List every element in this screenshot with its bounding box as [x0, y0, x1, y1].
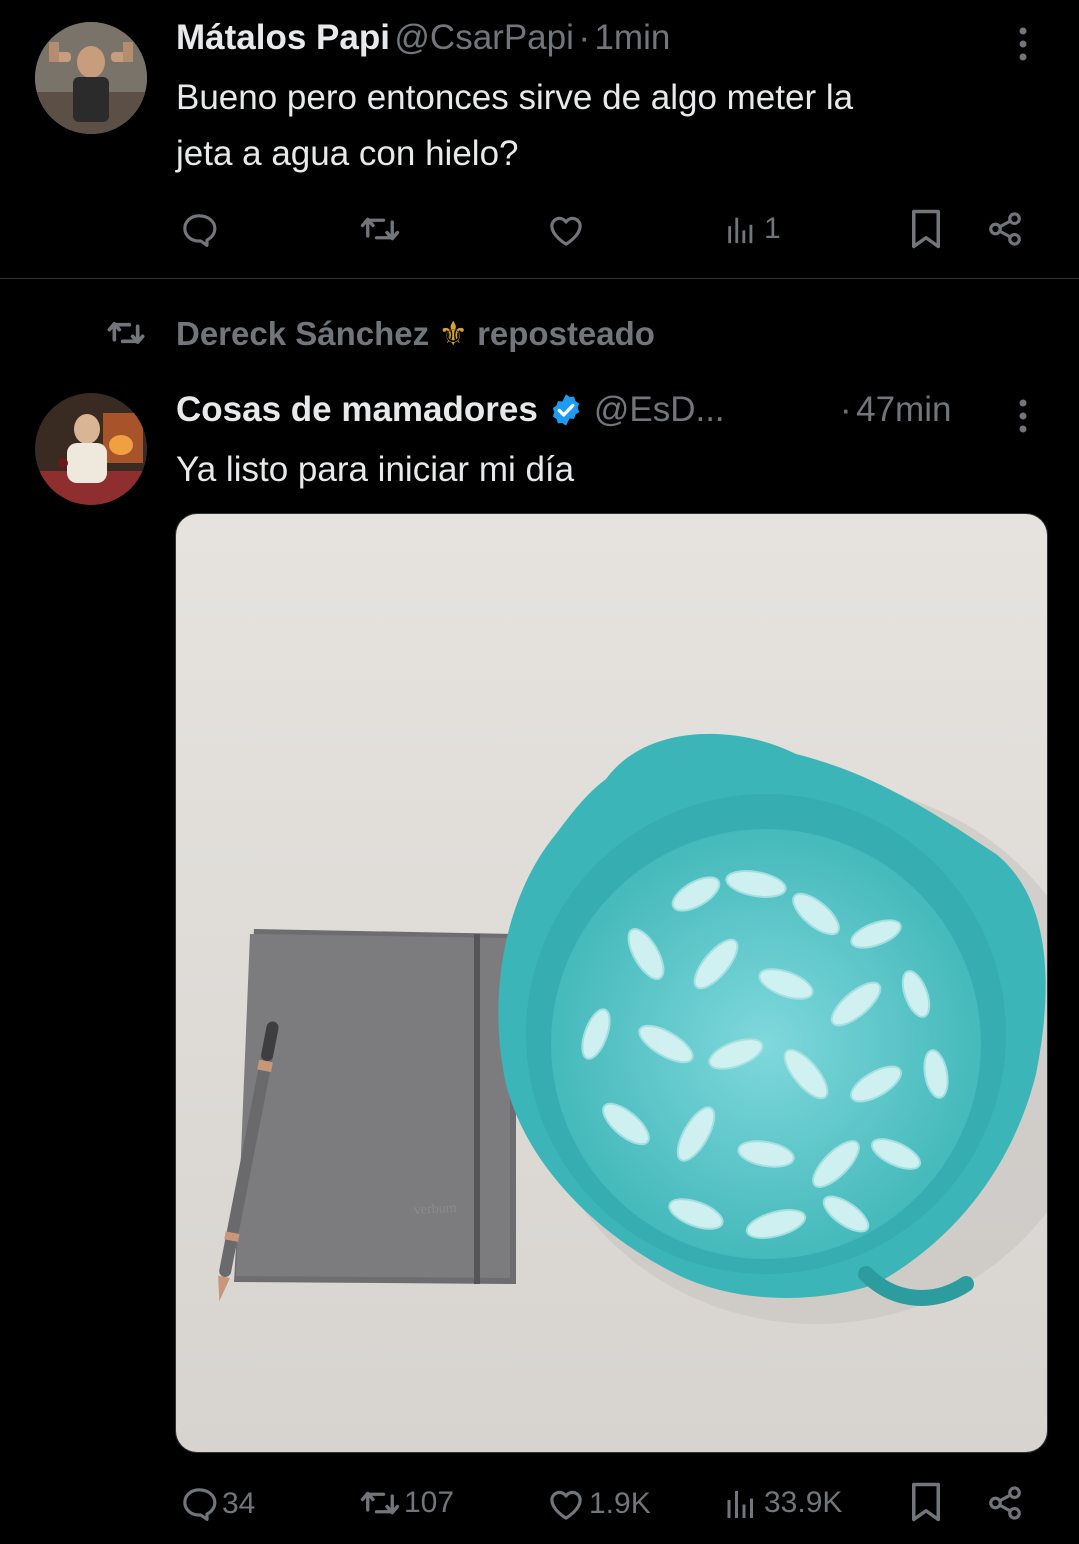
bookmark-icon[interactable]: [908, 208, 944, 250]
avatar-matalos-papi[interactable]: [35, 22, 147, 134]
views-count: 33.9K: [764, 1486, 843, 1519]
repost-count: 107: [404, 1486, 455, 1519]
avatar-image: [35, 22, 147, 134]
tweet-2-header: Cosas de mamadores @EsD...: [176, 390, 725, 430]
like-button[interactable]: 1.9K: [545, 1484, 651, 1524]
more-options-icon[interactable]: [1012, 398, 1034, 434]
avatar-cosas-de-mamadores[interactable]: [35, 393, 147, 505]
like-count: 1.9K: [589, 1487, 651, 1520]
repost-icon: [360, 1491, 400, 1515]
svg-text:verbum: verbum: [413, 1201, 457, 1218]
repost-icon[interactable]: [356, 208, 404, 250]
views-count: 1: [764, 212, 781, 245]
more-options-icon[interactable]: [1012, 26, 1034, 62]
tweet-text-line: jeta a agua con hielo?: [176, 134, 519, 173]
author-name[interactable]: Mátalos Papi: [176, 18, 390, 57]
like-icon[interactable]: [545, 210, 587, 250]
reposter-name[interactable]: Dereck Sánchez: [176, 315, 429, 352]
tweet-1-header: Mátalos Papi @CsarPapi · 1min: [176, 18, 670, 58]
like-icon: [550, 1490, 582, 1520]
notebook: verbum: [234, 929, 516, 1284]
tweet-text-line: Bueno pero entonces sirve de algo meter …: [176, 78, 854, 117]
divider: [0, 278, 1079, 279]
tweet-2-text: Ya listo para iniciar mi día: [176, 450, 575, 489]
share-icon[interactable]: [985, 210, 1025, 248]
bookmark-icon[interactable]: [908, 1481, 944, 1523]
views-button[interactable]: 1: [722, 212, 781, 246]
separator-dot: ·: [578, 18, 590, 57]
reply-icon: [183, 1488, 217, 1521]
tweet-1-text: Bueno pero entonces sirve de algo meter …: [176, 70, 853, 182]
separator-dot: ·: [840, 390, 852, 429]
views-icon: [727, 1491, 753, 1518]
repost-label: reposteado: [477, 315, 655, 352]
timestamp[interactable]: 47min: [856, 390, 951, 429]
repost-context-text: Dereck Sánchez ⚜ reposteado: [176, 314, 655, 353]
reply-count: 34: [222, 1487, 256, 1520]
reply-button[interactable]: 34: [178, 1484, 255, 1524]
verified-badge-icon: [548, 392, 584, 428]
reply-icon[interactable]: [178, 210, 220, 250]
author-name[interactable]: Cosas de mamadores: [176, 390, 538, 430]
views-button[interactable]: 33.9K: [722, 1485, 842, 1521]
tweet-2-time: · 47min: [840, 390, 951, 430]
views-icon: [728, 217, 753, 244]
author-handle[interactable]: @CsarPapi: [394, 18, 573, 57]
author-handle[interactable]: @EsD...: [594, 390, 725, 430]
avatar-image: [35, 393, 147, 505]
tweet-media-image[interactable]: verbum: [175, 513, 1048, 1453]
repost-context-icon: [103, 313, 149, 353]
timestamp[interactable]: 1min: [594, 18, 670, 57]
fleur-de-lis-emoji: ⚜: [438, 315, 468, 352]
share-icon[interactable]: [985, 1484, 1025, 1522]
photo-notebook-and-ice-bowl: verbum: [176, 514, 1047, 1452]
repost-button[interactable]: 107: [356, 1482, 454, 1524]
